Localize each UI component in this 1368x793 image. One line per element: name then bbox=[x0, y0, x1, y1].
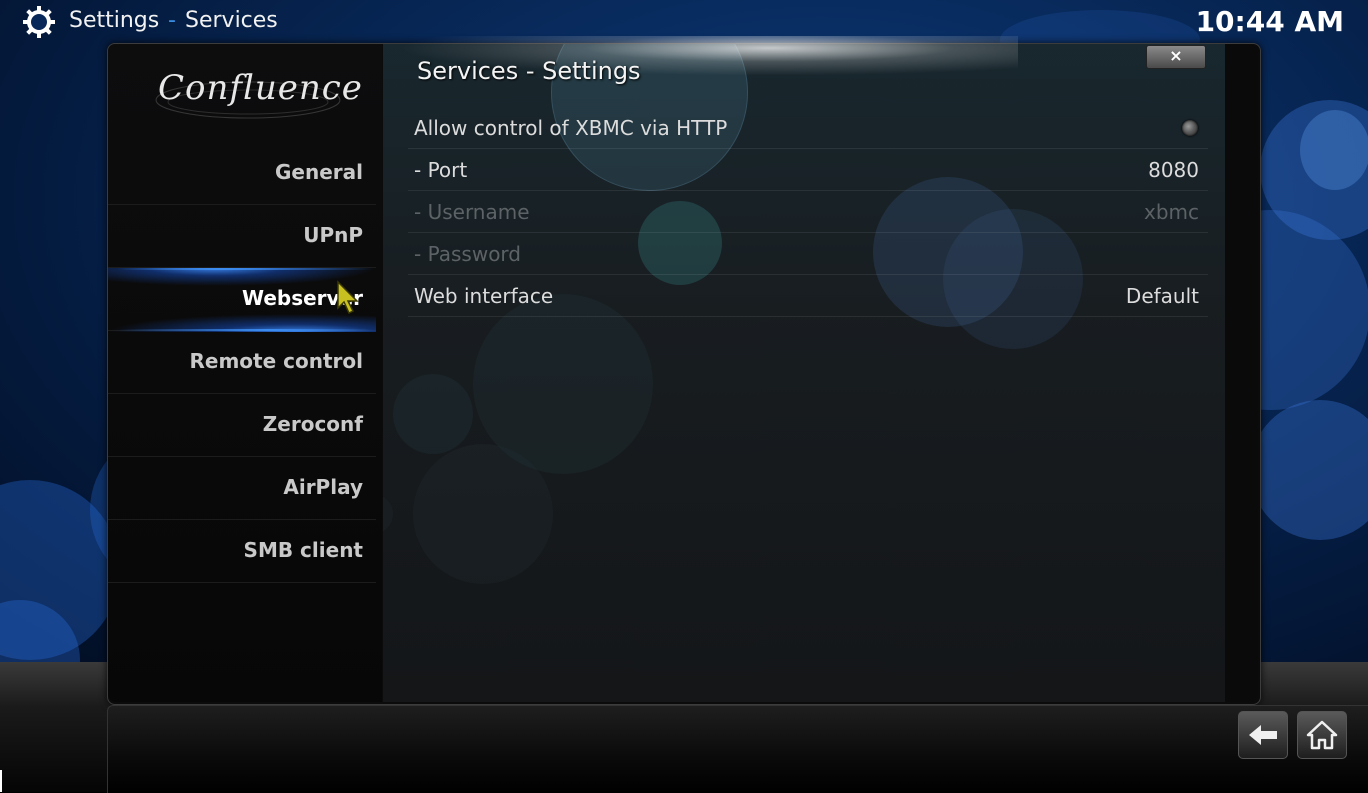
back-button[interactable] bbox=[1238, 711, 1288, 759]
sidebar-item-label: UPnP bbox=[303, 223, 363, 247]
logo: Confluence bbox=[158, 68, 363, 108]
sidebar-item-airplay[interactable]: AirPlay bbox=[108, 457, 376, 520]
sidebar-item-smb-client[interactable]: SMB client bbox=[108, 520, 376, 583]
close-button[interactable]: × bbox=[1146, 45, 1206, 69]
setting-label: - Password bbox=[414, 242, 521, 266]
setting-label: Web interface bbox=[414, 284, 554, 308]
pointer-icon bbox=[337, 280, 359, 315]
dialog-title: Services - Settings bbox=[417, 57, 641, 85]
home-button[interactable] bbox=[1297, 711, 1347, 759]
sidebar: Confluence General UPnP Webserver Remote… bbox=[108, 44, 382, 702]
setting-value: 8080 bbox=[1148, 158, 1199, 182]
sidebar-item-label: SMB client bbox=[243, 538, 363, 562]
sidebar-item-label: Remote control bbox=[189, 349, 364, 373]
breadcrumb-separator: - bbox=[168, 8, 176, 33]
gear-icon bbox=[23, 6, 55, 38]
setting-value: Default bbox=[1125, 284, 1199, 308]
radio-icon[interactable] bbox=[1182, 120, 1198, 136]
active-line-top bbox=[118, 268, 373, 270]
home-icon bbox=[1306, 720, 1338, 750]
setting-password: - Password bbox=[408, 233, 1208, 275]
text-cursor bbox=[0, 770, 2, 792]
dialog-right-edge bbox=[1225, 44, 1258, 702]
sidebar-item-label: General bbox=[275, 160, 363, 184]
settings-dialog: Confluence General UPnP Webserver Remote… bbox=[107, 36, 1261, 705]
breadcrumb-settings: Settings bbox=[69, 8, 160, 33]
breadcrumb-services: Services bbox=[185, 8, 278, 33]
back-arrow-icon bbox=[1249, 725, 1277, 745]
sidebar-item-label: Zeroconf bbox=[262, 412, 363, 436]
setting-label: - Username bbox=[414, 200, 530, 224]
sidebar-item-remote-control[interactable]: Remote control bbox=[108, 331, 376, 394]
sidebar-item-general[interactable]: General bbox=[108, 142, 376, 205]
close-icon: × bbox=[1169, 46, 1183, 65]
setting-label: Allow control of XBMC via HTTP bbox=[414, 116, 728, 140]
setting-web-interface[interactable]: Web interface Default bbox=[408, 275, 1208, 317]
setting-label: - Port bbox=[414, 158, 468, 182]
sidebar-item-upnp[interactable]: UPnP bbox=[108, 205, 376, 268]
clock: 10:44 AM bbox=[1195, 5, 1344, 38]
bottom-panel bbox=[107, 705, 1368, 793]
settings-list: Allow control of XBMC via HTTP - Port 80… bbox=[408, 107, 1208, 317]
sidebar-nav: General UPnP Webserver Remote control Ze… bbox=[108, 142, 382, 583]
setting-username: - Username xbmc bbox=[408, 191, 1208, 233]
setting-value: xbmc bbox=[1143, 200, 1199, 224]
sidebar-item-label: AirPlay bbox=[283, 475, 363, 499]
setting-port[interactable]: - Port 8080 bbox=[408, 149, 1208, 191]
setting-allow-http-control[interactable]: Allow control of XBMC via HTTP bbox=[408, 107, 1208, 149]
sidebar-item-zeroconf[interactable]: Zeroconf bbox=[108, 394, 376, 457]
